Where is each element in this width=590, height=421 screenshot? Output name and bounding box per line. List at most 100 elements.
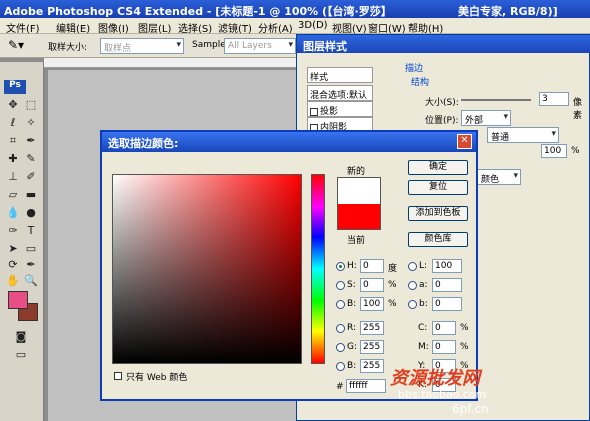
menu-analysis[interactable]: 分析(A) [258, 20, 293, 35]
eyedropper-active-icon[interactable]: ✒ [24, 258, 38, 272]
app-title-bar: Adobe Photoshop CS4 Extended - [未标题-1 @ … [0, 0, 590, 18]
blue-field[interactable]: 255 [360, 359, 384, 373]
menu-edit[interactable]: 编辑(E) [56, 20, 90, 35]
move-tool-icon[interactable]: ✥ [6, 98, 20, 112]
magic-wand-icon[interactable]: ✧ [24, 116, 38, 130]
blur-tool-icon[interactable]: 💧 [6, 206, 20, 220]
menu-view[interactable]: 视图(V) [332, 20, 367, 35]
size-field[interactable]: 3 [539, 92, 569, 106]
current-color-swatch[interactable] [337, 204, 381, 230]
quick-mask-icon[interactable]: ◙ [14, 330, 28, 344]
dodge-tool-icon[interactable]: ● [24, 206, 38, 220]
opacity-field[interactable]: 100 [541, 144, 567, 158]
lab-l-radio[interactable] [408, 262, 417, 271]
cyan-field[interactable]: 0 [432, 321, 456, 335]
web-colors-checkbox[interactable] [114, 372, 122, 380]
lab-b-field[interactable]: 0 [432, 297, 462, 311]
saturation-radio[interactable] [336, 281, 345, 290]
drop-shadow-checkbox[interactable] [310, 107, 318, 116]
saturation-unit: % [388, 280, 397, 290]
watermark-url: bbs.taobao.com [398, 388, 487, 401]
red-field[interactable]: 255 [360, 321, 384, 335]
blending-options-item[interactable]: 混合选项:默认 [307, 85, 373, 101]
blend-mode-dropdown[interactable]: 普通 [487, 127, 559, 143]
shape-tool-icon[interactable]: ▭ [24, 242, 38, 256]
brightness-radio[interactable] [336, 300, 345, 309]
menu-filter[interactable]: 滤镜(T) [218, 20, 252, 35]
web-colors-label: 只有 Web 颜色 [126, 373, 188, 383]
menu-image[interactable]: 图像(I) [98, 20, 129, 35]
path-select-icon[interactable]: ➤ [6, 242, 20, 256]
close-button[interactable]: ✕ [457, 134, 472, 149]
hue-radio[interactable] [336, 262, 345, 271]
reset-button[interactable]: 复位 [408, 180, 468, 195]
hue-field[interactable]: 0 [360, 259, 384, 273]
menu-3d[interactable]: 3D(D) [298, 20, 328, 31]
position-dropdown[interactable]: 外部 [461, 110, 511, 126]
zoom-tool-icon[interactable]: 🔍 [24, 274, 38, 288]
magenta-unit: % [460, 342, 469, 352]
menu-window[interactable]: 窗口(W) [368, 20, 406, 35]
eyedropper-icon[interactable]: ✎▾ [8, 38, 24, 52]
brightness-label: B: [347, 299, 357, 309]
hex-field[interactable]: ffffff [346, 379, 386, 393]
foreground-color-swatch[interactable] [8, 291, 28, 309]
menu-help[interactable]: 帮助(H) [408, 20, 443, 35]
lab-l-label: L: [419, 261, 428, 271]
cyan-label: C: [418, 323, 428, 333]
add-to-swatches-button[interactable]: 添加到色板 [408, 206, 468, 221]
watermark-title: 资源批发网 [390, 368, 480, 389]
opacity-unit: % [571, 146, 580, 156]
color-field[interactable] [112, 174, 302, 364]
gradient-tool-icon[interactable]: ▬ [24, 188, 38, 202]
stroke-section-title: 描边 [405, 64, 424, 74]
magenta-field[interactable]: 0 [432, 340, 456, 354]
color-picker-dialog: 选取描边颜色: ✕ 新的 当前 确定 复位 添加到色板 颜色库 H: 0 度 S… [100, 130, 478, 401]
stamp-tool-icon[interactable]: ⊥ [6, 170, 20, 184]
hue-slider[interactable] [311, 174, 325, 364]
window-title-right: 美白专家, RGB/8)] [458, 5, 558, 18]
sample-dropdown[interactable]: All Layers [224, 38, 296, 54]
history-brush-icon[interactable]: ✐ [24, 170, 38, 184]
red-label: R: [347, 323, 357, 333]
size-slider[interactable] [461, 99, 531, 101]
3d-rotate-icon[interactable]: ⟳ [6, 258, 20, 272]
red-radio[interactable] [336, 324, 345, 333]
saturation-field[interactable]: 0 [360, 278, 384, 292]
marquee-tool-icon[interactable]: ⬚ [24, 98, 38, 112]
lab-a-field[interactable]: 0 [432, 278, 462, 292]
hand-tool-icon[interactable]: ✋ [6, 274, 20, 288]
styles-list-item[interactable]: 样式 [307, 67, 373, 83]
lasso-tool-icon[interactable]: ℓ [6, 116, 20, 130]
structure-label: 结构 [411, 78, 430, 88]
healing-tool-icon[interactable]: ✚ [6, 152, 20, 166]
menu-layer[interactable]: 图层(L) [138, 20, 171, 35]
lab-a-radio[interactable] [408, 281, 417, 290]
type-tool-icon[interactable]: T [24, 224, 38, 238]
green-field[interactable]: 255 [360, 340, 384, 354]
cyan-unit: % [460, 323, 469, 333]
fill-type-dropdown[interactable]: 颜色 [477, 169, 521, 185]
green-radio[interactable] [336, 343, 345, 352]
lab-b-radio[interactable] [408, 300, 417, 309]
brush-tool-icon[interactable]: ✎ [24, 152, 38, 166]
crop-tool-icon[interactable]: ⌗ [6, 134, 20, 148]
menu-select[interactable]: 选择(S) [178, 20, 212, 35]
layer-style-title: 图层样式 [297, 35, 590, 53]
ps-logo: Ps [4, 80, 26, 94]
brightness-field[interactable]: 100 [360, 297, 384, 311]
size-unit: 像素 [573, 98, 583, 121]
eraser-tool-icon[interactable]: ▱ [6, 188, 20, 202]
color-libraries-button[interactable]: 颜色库 [408, 232, 468, 247]
eyedropper-tool-icon[interactable]: ✒ [24, 134, 38, 148]
lab-l-field[interactable]: 100 [432, 259, 462, 273]
pen-tool-icon[interactable]: ✑ [6, 224, 20, 238]
ok-button[interactable]: 确定 [408, 160, 468, 175]
lab-b-label: b: [419, 299, 428, 309]
drop-shadow-item[interactable]: 投影 [307, 101, 373, 117]
screen-mode-icon[interactable]: ▭ [14, 348, 28, 362]
sample-size-dropdown[interactable]: 取样点 [100, 38, 184, 54]
size-label: 大小(S): [425, 98, 459, 108]
menu-file[interactable]: 文件(F) [6, 20, 40, 35]
blue-radio[interactable] [336, 362, 345, 371]
